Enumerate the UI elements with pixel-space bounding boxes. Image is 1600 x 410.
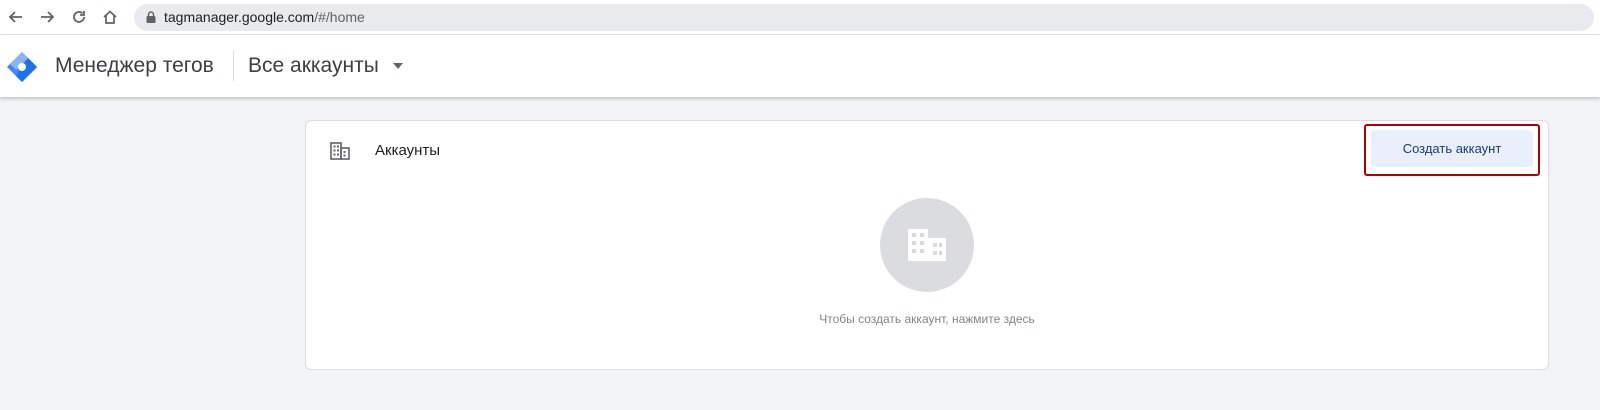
url-text: tagmanager.google.com/#/home — [164, 9, 365, 25]
header-divider — [233, 51, 234, 81]
empty-state-message[interactable]: Чтобы создать аккаунт, нажмите здесь — [306, 312, 1548, 326]
product-name[interactable]: Менеджер тегов — [55, 54, 214, 78]
accounts-card: Аккаунты Создать аккаунт Чтобы создать а… — [305, 120, 1549, 370]
empty-state-illustration — [880, 198, 974, 292]
forward-button[interactable] — [36, 6, 58, 28]
url-domain: tagmanager.google.com — [164, 9, 315, 25]
browser-toolbar: tagmanager.google.com/#/home — [0, 0, 1600, 35]
tag-manager-logo[interactable] — [6, 51, 38, 83]
account-selector[interactable]: Все аккаунты — [248, 47, 403, 85]
back-arrow-icon — [8, 11, 22, 23]
reload-button[interactable] — [68, 6, 90, 28]
url-path: /#/home — [314, 9, 365, 25]
home-icon — [103, 10, 117, 24]
building-large-icon — [908, 229, 946, 261]
dropdown-arrow-icon — [392, 63, 403, 69]
lock-icon — [146, 11, 156, 23]
address-bar[interactable]: tagmanager.google.com/#/home — [134, 4, 1594, 31]
reload-icon — [73, 11, 85, 23]
home-button[interactable] — [99, 6, 121, 28]
account-selector-label: Все аккаунты — [248, 54, 379, 77]
create-account-button[interactable]: Создать аккаунт — [1371, 130, 1533, 167]
card-title: Аккаунты — [375, 142, 441, 159]
building-icon — [330, 142, 350, 160]
app-header: Менеджер тегов Все аккаунты — [0, 35, 1600, 97]
forward-arrow-icon — [41, 11, 55, 23]
back-button[interactable] — [5, 6, 27, 28]
